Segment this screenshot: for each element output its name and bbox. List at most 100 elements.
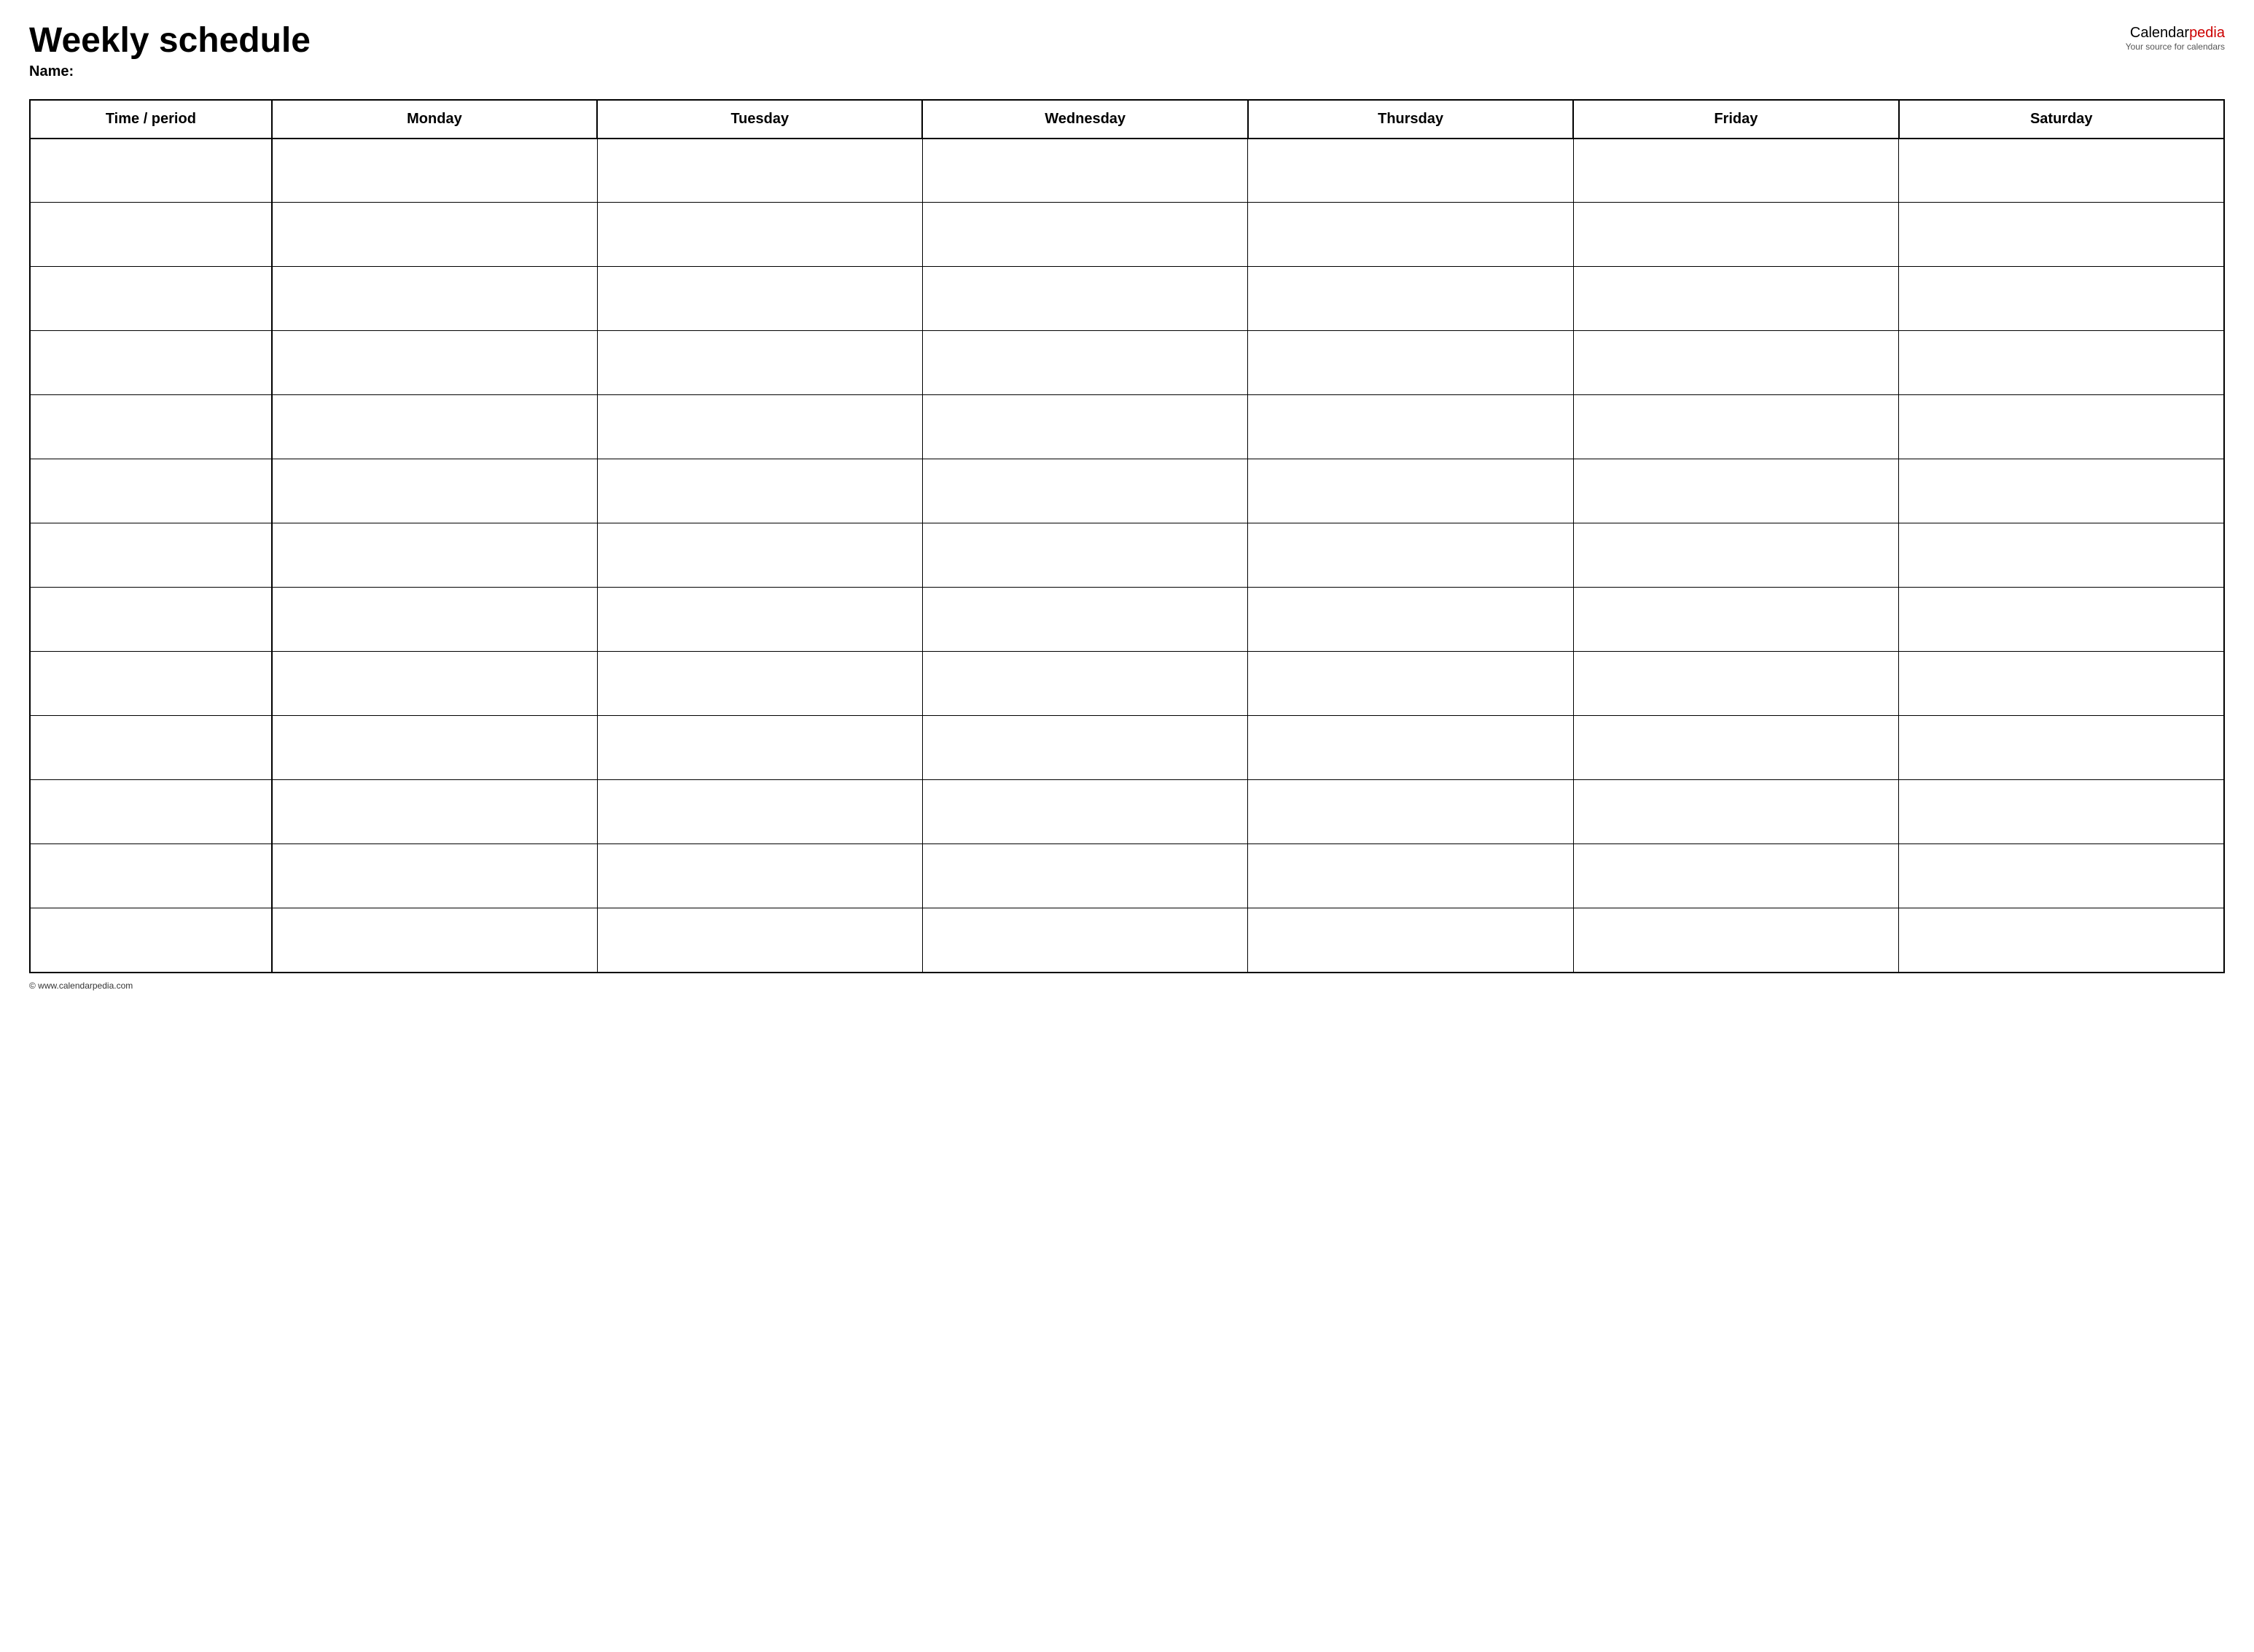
day-cell[interactable] [597,139,922,203]
day-cell[interactable] [272,395,597,459]
time-cell[interactable] [30,331,272,395]
day-cell[interactable] [272,908,597,973]
day-cell[interactable] [1573,395,1898,459]
col-header-time: Time / period [30,100,272,139]
day-cell[interactable] [922,908,1247,973]
day-cell[interactable] [597,523,922,588]
time-cell[interactable] [30,203,272,267]
day-cell[interactable] [922,395,1247,459]
table-row [30,652,2224,716]
day-cell[interactable] [1573,844,1898,908]
day-cell[interactable] [272,716,597,780]
day-cell[interactable] [922,588,1247,652]
day-cell[interactable] [597,588,922,652]
day-cell[interactable] [922,844,1247,908]
time-cell[interactable] [30,780,272,844]
day-cell[interactable] [597,267,922,331]
day-cell[interactable] [1248,331,1573,395]
day-cell[interactable] [597,203,922,267]
day-cell[interactable] [1899,395,2224,459]
table-row [30,844,2224,908]
table-row [30,331,2224,395]
day-cell[interactable] [597,844,922,908]
time-cell[interactable] [30,395,272,459]
day-cell[interactable] [922,652,1247,716]
day-cell[interactable] [272,588,597,652]
table-row [30,908,2224,973]
day-cell[interactable] [597,395,922,459]
day-cell[interactable] [1899,652,2224,716]
time-cell[interactable] [30,844,272,908]
day-cell[interactable] [1573,716,1898,780]
day-cell[interactable] [272,844,597,908]
day-cell[interactable] [1573,908,1898,973]
day-cell[interactable] [597,716,922,780]
day-cell[interactable] [922,331,1247,395]
day-cell[interactable] [1248,908,1573,973]
day-cell[interactable] [922,203,1247,267]
time-cell[interactable] [30,588,272,652]
day-cell[interactable] [1899,139,2224,203]
day-cell[interactable] [272,523,597,588]
table-row [30,588,2224,652]
time-cell[interactable] [30,908,272,973]
col-header-friday: Friday [1573,100,1898,139]
day-cell[interactable] [1573,331,1898,395]
day-cell[interactable] [597,459,922,523]
day-cell[interactable] [272,203,597,267]
day-cell[interactable] [1573,523,1898,588]
day-cell[interactable] [922,523,1247,588]
day-cell[interactable] [1248,203,1573,267]
day-cell[interactable] [597,908,922,973]
time-cell[interactable] [30,459,272,523]
day-cell[interactable] [272,139,597,203]
time-cell[interactable] [30,139,272,203]
day-cell[interactable] [922,267,1247,331]
day-cell[interactable] [1248,267,1573,331]
time-cell[interactable] [30,652,272,716]
day-cell[interactable] [1248,395,1573,459]
time-cell[interactable] [30,267,272,331]
day-cell[interactable] [922,459,1247,523]
day-cell[interactable] [272,652,597,716]
day-cell[interactable] [922,139,1247,203]
table-row [30,267,2224,331]
day-cell[interactable] [1899,523,2224,588]
day-cell[interactable] [1573,267,1898,331]
day-cell[interactable] [597,652,922,716]
day-cell[interactable] [272,780,597,844]
day-cell[interactable] [1248,588,1573,652]
day-cell[interactable] [1248,459,1573,523]
day-cell[interactable] [1573,652,1898,716]
day-cell[interactable] [272,331,597,395]
day-cell[interactable] [272,267,597,331]
day-cell[interactable] [1248,844,1573,908]
day-cell[interactable] [1573,588,1898,652]
day-cell[interactable] [1573,780,1898,844]
day-cell[interactable] [1899,331,2224,395]
day-cell[interactable] [1573,139,1898,203]
day-cell[interactable] [1899,459,2224,523]
day-cell[interactable] [1248,523,1573,588]
time-cell[interactable] [30,523,272,588]
day-cell[interactable] [1573,459,1898,523]
day-cell[interactable] [1248,652,1573,716]
col-header-thursday: Thursday [1248,100,1573,139]
day-cell[interactable] [597,780,922,844]
day-cell[interactable] [922,716,1247,780]
day-cell[interactable] [1899,716,2224,780]
day-cell[interactable] [1573,203,1898,267]
day-cell[interactable] [1899,844,2224,908]
day-cell[interactable] [1899,908,2224,973]
day-cell[interactable] [1248,139,1573,203]
time-cell[interactable] [30,716,272,780]
day-cell[interactable] [922,780,1247,844]
day-cell[interactable] [1248,780,1573,844]
day-cell[interactable] [1899,203,2224,267]
day-cell[interactable] [272,459,597,523]
day-cell[interactable] [597,331,922,395]
day-cell[interactable] [1899,267,2224,331]
day-cell[interactable] [1899,588,2224,652]
day-cell[interactable] [1899,780,2224,844]
day-cell[interactable] [1248,716,1573,780]
